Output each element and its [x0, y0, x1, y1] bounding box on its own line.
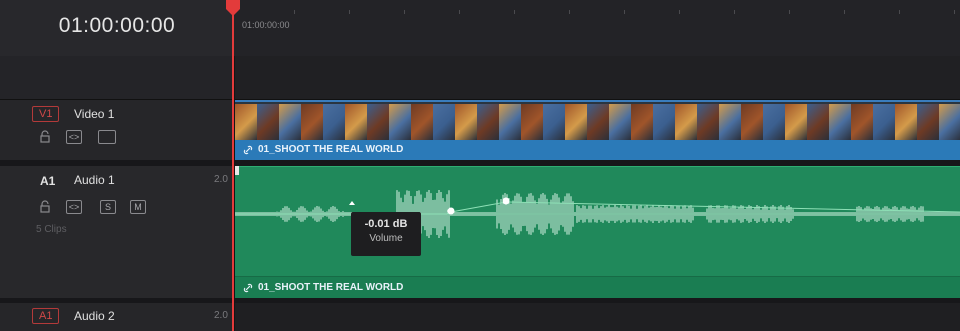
video-thumbnail — [235, 104, 257, 140]
track-name-video1[interactable]: Video 1 — [74, 107, 114, 121]
audio2-lane — [235, 303, 960, 331]
video-thumbnail — [763, 104, 785, 140]
link-icon — [243, 283, 253, 292]
video-clip-name: 01_SHOOT THE REAL WORLD — [258, 144, 404, 155]
ruler-tick — [514, 10, 515, 14]
video-thumbnail — [675, 104, 697, 140]
ruler-tick — [679, 10, 680, 14]
track-badge-a1[interactable]: A1 — [32, 308, 60, 324]
video-thumbnail — [323, 104, 345, 140]
mute-button[interactable]: M — [130, 200, 146, 214]
tooltip-value: -0.01 dB — [364, 218, 408, 230]
ruler-tick — [844, 10, 845, 14]
video-clip[interactable]: 01_SHOOT THE REAL WORLD — [235, 140, 960, 160]
video-thumbnail — [785, 104, 807, 140]
video-thumbnail — [565, 104, 587, 140]
lock-icon[interactable] — [38, 130, 52, 144]
empty-lane — [235, 56, 960, 99]
track-divider — [0, 160, 960, 166]
video-thumbnail — [895, 104, 917, 140]
audio-clip-name: 01_SHOOT THE REAL WORLD — [258, 282, 404, 293]
video-thumbnail — [521, 104, 543, 140]
video-thumbnail — [939, 104, 960, 140]
audio-clip-label: 01_SHOOT THE REAL WORLD — [243, 282, 403, 293]
audio-clip-namebar: 01_SHOOT THE REAL WORLD — [235, 276, 960, 298]
video-thumbnail — [411, 104, 433, 140]
track-badge-a1[interactable]: A1 — [40, 174, 55, 188]
video-clip-label: 01_SHOOT THE REAL WORLD — [243, 144, 403, 155]
ruler-tick — [459, 10, 460, 14]
video-thumbnail — [433, 104, 455, 140]
timecode-display[interactable]: 01:00:00:00 — [0, 0, 234, 56]
audio-waveform — [235, 190, 960, 238]
ruler-tick — [349, 10, 350, 14]
auto-select-icon[interactable]: <> — [66, 200, 82, 214]
video-thumbnail — [587, 104, 609, 140]
ruler-tick — [734, 10, 735, 14]
link-icon — [243, 145, 253, 154]
timeline-ruler[interactable]: 01:00:00:00 — [234, 0, 960, 56]
track-name-audio1[interactable]: Audio 1 — [74, 173, 115, 187]
track-gain-audio2: 2.0 — [214, 310, 228, 321]
track-header-audio2[interactable]: A1 Audio 2 2.0 — [0, 303, 234, 331]
track-divider — [0, 99, 960, 100]
video-thumbnail — [609, 104, 631, 140]
ruler-tick — [899, 10, 900, 14]
volume-handle[interactable] — [349, 201, 355, 205]
video-thumbnail — [345, 104, 367, 140]
lock-icon[interactable] — [38, 200, 52, 214]
clip-count: 5 Clips — [36, 224, 67, 235]
video-thumbnail — [367, 104, 389, 140]
ruler-tick — [954, 10, 955, 14]
video-clip-thumbnails[interactable] — [235, 100, 960, 140]
tooltip-label: Volume — [369, 233, 403, 244]
video-thumbnail — [279, 104, 301, 140]
solo-button[interactable]: S — [100, 200, 116, 214]
ruler-tick — [569, 10, 570, 14]
video-thumbnail — [477, 104, 499, 140]
timecode-text: 01:00:00:00 — [58, 14, 176, 37]
track-name-audio2[interactable]: Audio 2 — [74, 309, 115, 323]
ruler-tick — [789, 10, 790, 14]
track-gain-audio1: 2.0 — [214, 174, 228, 185]
video-thumbnail — [631, 104, 653, 140]
video-thumbnail — [873, 104, 895, 140]
video-thumbnail — [807, 104, 829, 140]
video-thumbnail — [653, 104, 675, 140]
video-thumbnail — [917, 104, 939, 140]
video-thumbnail — [829, 104, 851, 140]
video-thumbnail — [257, 104, 279, 140]
volume-keyframe[interactable] — [447, 207, 455, 215]
video-thumbnail — [697, 104, 719, 140]
track-badge-v1[interactable]: V1 — [32, 106, 60, 122]
video-thumbnail — [719, 104, 741, 140]
track-header-audio1[interactable]: A1 Audio 1 2.0 <> S M 5 Clips — [0, 166, 234, 298]
ruler-tick — [294, 10, 295, 14]
video-thumbnail — [389, 104, 411, 140]
auto-select-icon[interactable]: <> — [66, 130, 82, 144]
video-thumbnail — [455, 104, 477, 140]
timeline-header: 01:00:00:00 01:00:00:00 — [0, 0, 960, 56]
empty-track-header — [0, 56, 234, 99]
video-thumbnail — [543, 104, 565, 140]
video-thumbnail — [301, 104, 323, 140]
track-display-icon[interactable] — [98, 130, 116, 144]
track-divider — [0, 298, 960, 303]
video-thumbnail — [741, 104, 763, 140]
ruler-start-timecode: 01:00:00:00 — [242, 20, 290, 30]
track-header-video1[interactable]: V1 Video 1 <> — [0, 100, 234, 160]
playhead-line[interactable] — [232, 8, 234, 331]
volume-tooltip: -0.01 dB Volume — [351, 212, 421, 256]
ruler-tick — [404, 10, 405, 14]
video-thumbnail — [499, 104, 521, 140]
video-thumbnail — [851, 104, 873, 140]
ruler-tick — [624, 10, 625, 14]
volume-keyframe[interactable] — [502, 197, 510, 205]
playhead-handle[interactable] — [225, 0, 241, 16]
audio-clip[interactable]: 01_SHOOT THE REAL WORLD — [235, 166, 960, 298]
